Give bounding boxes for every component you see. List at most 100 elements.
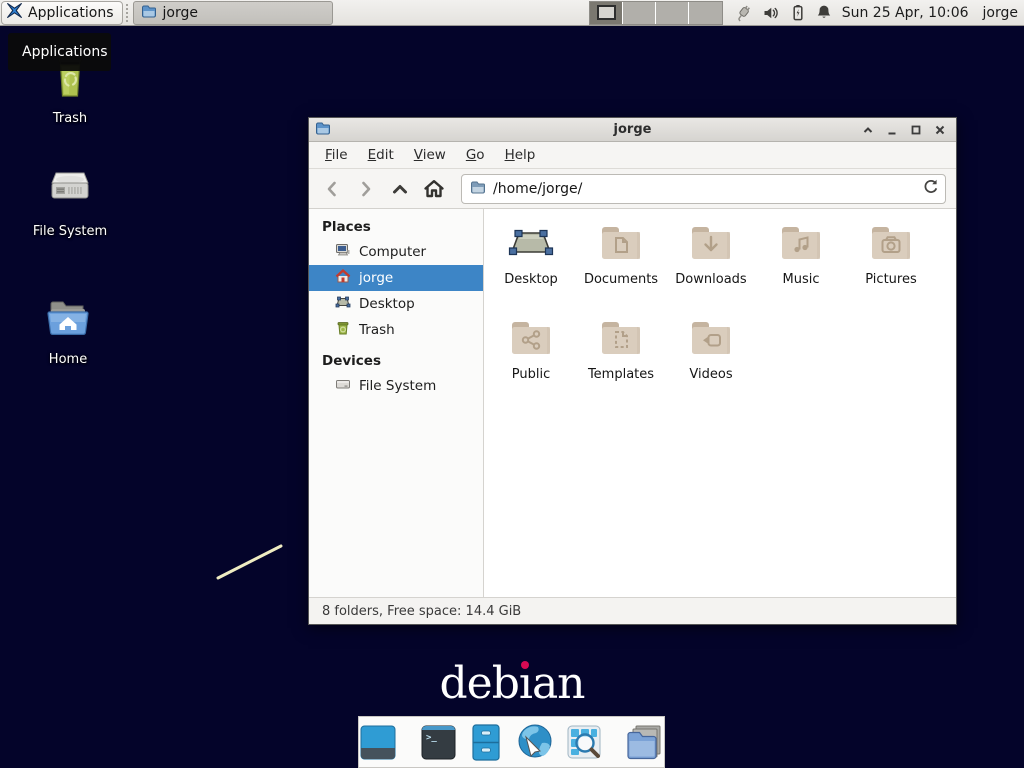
desktop-icon [507,219,555,267]
status-bar: 8 folders, Free space: 14.4 GiB [309,597,956,624]
workspace-2[interactable] [623,2,656,24]
sidebar: Places Computer jorge Desktop Trash [309,209,484,597]
file-manager-cabinet-icon[interactable] [466,721,506,763]
folder-item-downloads[interactable]: Downloads [666,219,756,297]
sidebar-item-file-system[interactable]: File System [309,373,483,399]
desktop-icon [335,294,351,314]
terminal-icon[interactable]: >_ [418,721,458,763]
applications-menu-label: Applications [28,5,114,21]
sidebar-item-label: Trash [359,322,395,338]
logo-text: deb [439,658,518,709]
music-folder-icon [777,219,825,267]
path-text[interactable]: /home/jorge/ [493,181,922,197]
desktop-icon-label: File System [30,223,110,240]
folder-item-public[interactable]: Public [486,314,576,392]
menu-go[interactable]: Go [456,142,495,168]
folder-item-documents[interactable]: Documents [576,219,666,297]
sidebar-header-places: Places [309,215,483,239]
desktop-icon-file-system[interactable]: File System [22,167,118,240]
desktop-icon-home[interactable]: Home [20,295,116,368]
folder-view[interactable]: Desktop Documents Downloads Music Pictur [484,209,956,597]
sidebar-item-label: Desktop [359,296,415,312]
maximize-button[interactable] [906,120,926,140]
menu-file[interactable]: File [315,142,358,168]
pictures-folder-icon [867,219,915,267]
shade-button[interactable] [858,120,878,140]
logo-i: ı [519,658,532,709]
panel-grip[interactable] [126,4,131,22]
show-desktop-icon[interactable] [358,721,398,763]
toolbar: /home/jorge/ [309,169,956,209]
menu-view[interactable]: View [404,142,456,168]
window-titlebar[interactable]: jorge [309,118,956,142]
trash-icon [335,320,351,340]
folder-label: Desktop [504,272,558,287]
menu-edit[interactable]: Edit [358,142,404,168]
logo-text: an [532,658,585,709]
path-folder-icon [470,179,486,199]
system-tray [733,4,832,22]
sidebar-item-label: Computer [359,244,426,260]
status-text: 8 folders, Free space: 14.4 GiB [322,604,521,619]
workspace-switcher[interactable] [589,1,723,25]
sidebar-item-label: File System [359,378,436,394]
up-button[interactable] [385,174,415,204]
folder-item-music[interactable]: Music [756,219,846,297]
folder-label: Music [783,272,820,287]
workspace-1[interactable] [590,2,623,24]
forward-button[interactable] [351,174,381,204]
window-folder-icon [315,120,331,140]
menu-help[interactable]: Help [495,142,546,168]
hard-drive-icon [335,376,351,396]
applications-tooltip: Applications [8,33,111,71]
power-plug-icon[interactable] [733,4,753,22]
desktop-icon-label: Home [46,351,90,368]
home-icon [335,268,351,288]
sidebar-item-desktop[interactable]: Desktop [309,291,483,317]
folder-label: Documents [584,272,658,287]
desktop-icon-label: Trash [50,110,90,127]
debian-logo: debıan [0,658,1024,709]
refresh-icon[interactable] [922,178,939,199]
back-button[interactable] [317,174,347,204]
path-bar[interactable]: /home/jorge/ [461,174,946,204]
folder-icon [141,3,157,23]
documents-folder-icon [597,219,645,267]
videos-folder-icon [687,314,735,362]
home-button[interactable] [419,174,449,204]
volume-icon[interactable] [763,5,780,21]
folder-item-pictures[interactable]: Pictures [846,219,936,297]
sidebar-header-devices: Devices [309,349,483,373]
panel-username[interactable]: jorge [983,5,1018,21]
sidebar-item-jorge[interactable]: jorge [309,265,483,291]
debian-red-dot [521,661,529,669]
directory-menu-folder-icon[interactable] [624,721,666,763]
minimize-button[interactable] [882,120,902,140]
folder-item-templates[interactable]: Templates [576,314,666,392]
desktop-line-artifact [210,538,290,588]
folder-item-desktop[interactable]: Desktop [486,219,576,297]
computer-icon [335,242,351,262]
workspace-3[interactable] [656,2,689,24]
app-finder-icon[interactable] [564,721,604,763]
folder-label: Pictures [865,272,916,287]
desktop: Applications jorge [0,0,1024,768]
svg-text:>_: >_ [426,733,437,743]
clock[interactable]: Sun 25 Apr, 10:06 [842,5,969,21]
top-panel: Applications jorge [0,0,1024,26]
workspace-4[interactable] [689,2,722,24]
taskbar-window-button[interactable]: jorge [133,1,333,25]
web-browser-icon[interactable] [514,721,556,763]
sidebar-item-trash[interactable]: Trash [309,317,483,343]
xfce-logo-icon [6,2,23,23]
notifications-bell-icon[interactable] [816,4,832,21]
close-button[interactable] [930,120,950,140]
folder-item-videos[interactable]: Videos [666,314,756,392]
folder-label: Videos [689,367,732,382]
sidebar-item-computer[interactable]: Computer [309,239,483,265]
public-folder-icon [507,314,555,362]
file-manager-window: jorge File Edit View Go Help [308,117,957,625]
applications-menu-button[interactable]: Applications [1,1,123,25]
battery-charging-icon[interactable] [790,4,806,21]
folder-label: Templates [588,367,654,382]
